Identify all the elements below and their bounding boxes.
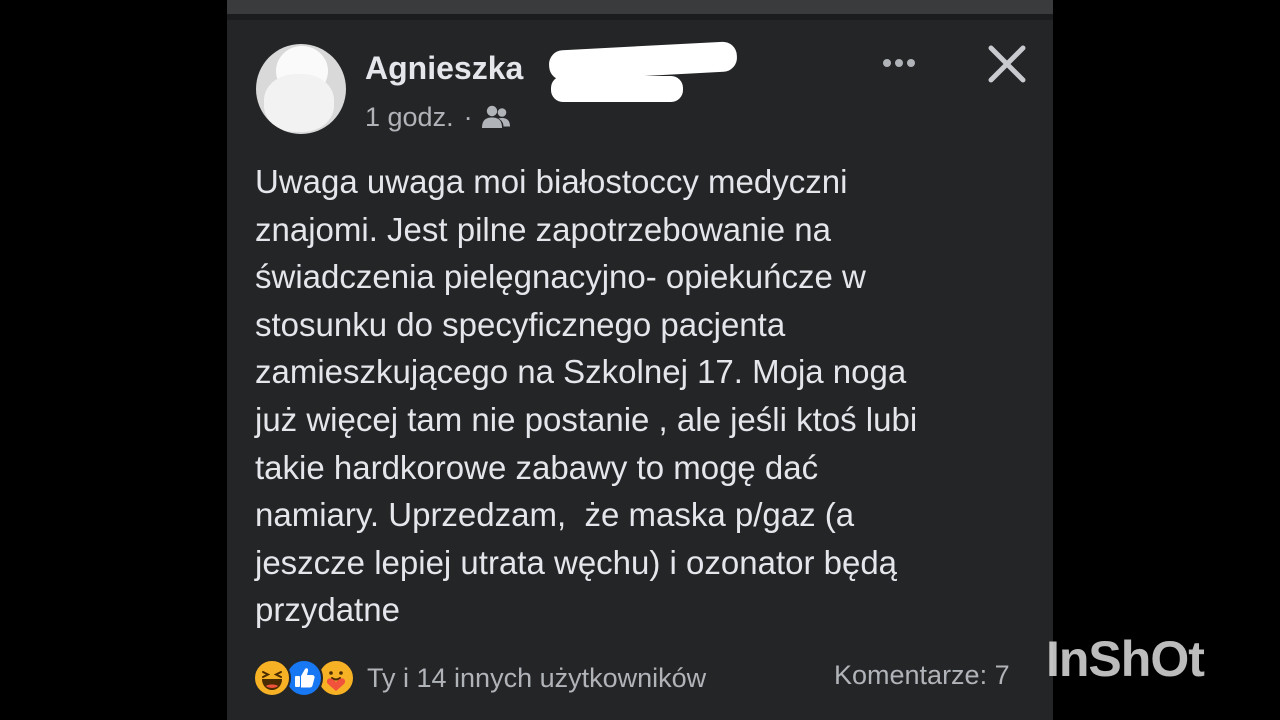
post-text-line: jeszcze lepiej utrata węchu) i ozonator … (255, 543, 898, 581)
meta-separator: · (463, 101, 473, 132)
reactions-summary[interactable]: Ty i 14 innych użytkowników (367, 663, 706, 694)
more-dot (895, 59, 903, 67)
post-text-line: Uwaga uwaga moi białostoccy medyczni (255, 163, 848, 200)
haha-reaction-icon (253, 659, 291, 697)
avatar-redaction-lower (264, 74, 334, 132)
post-text-line: przydatne (255, 591, 400, 629)
post-text-line: namiary. Uprzedzam, że maska p/gaz (a (255, 496, 855, 534)
author-name[interactable]: Agnieszka (365, 50, 523, 87)
comments-count[interactable]: Komentarze: 7 (834, 660, 1010, 691)
post-text-line: zamieszkującego na Szkolnej 17. Moja nog… (255, 353, 907, 391)
friends-icon[interactable] (481, 104, 511, 130)
top-bar (227, 0, 1053, 14)
post-card: Agnieszka 1 godz. · Uwaga uwaga moi biał… (227, 0, 1053, 720)
more-options-icon[interactable] (877, 48, 921, 78)
surname-redaction-lower (551, 76, 683, 102)
post-text-line: znajomi. Jest pilne zapotrzebowanie na (255, 210, 832, 248)
post-text-line: stosunku do specyficznego pacjenta (255, 305, 786, 343)
surname-redaction (548, 41, 738, 81)
post-meta: 1 godz. · (365, 100, 511, 134)
post-body: Uwaga uwaga moi białostoccy medyczni zna… (255, 158, 1015, 634)
close-icon[interactable] (983, 40, 1031, 88)
reactions-bar[interactable]: Ty i 14 innych użytkowników (253, 656, 706, 700)
more-dot (907, 59, 915, 67)
post-timestamp[interactable]: 1 godz. (365, 102, 454, 133)
top-bar-divider (227, 14, 1053, 20)
post-text-line: takie hardkorowe zabawy to mogę dać (255, 448, 819, 486)
app-watermark: InShOt (1046, 631, 1205, 687)
post-text-line: już więcej tam nie postanie , ale jeśli … (255, 400, 918, 438)
more-dot (883, 59, 891, 67)
post-text-line: świadczenia pielęgnacyjno- opiekuńcze w (255, 258, 866, 296)
author-avatar[interactable] (256, 44, 346, 134)
